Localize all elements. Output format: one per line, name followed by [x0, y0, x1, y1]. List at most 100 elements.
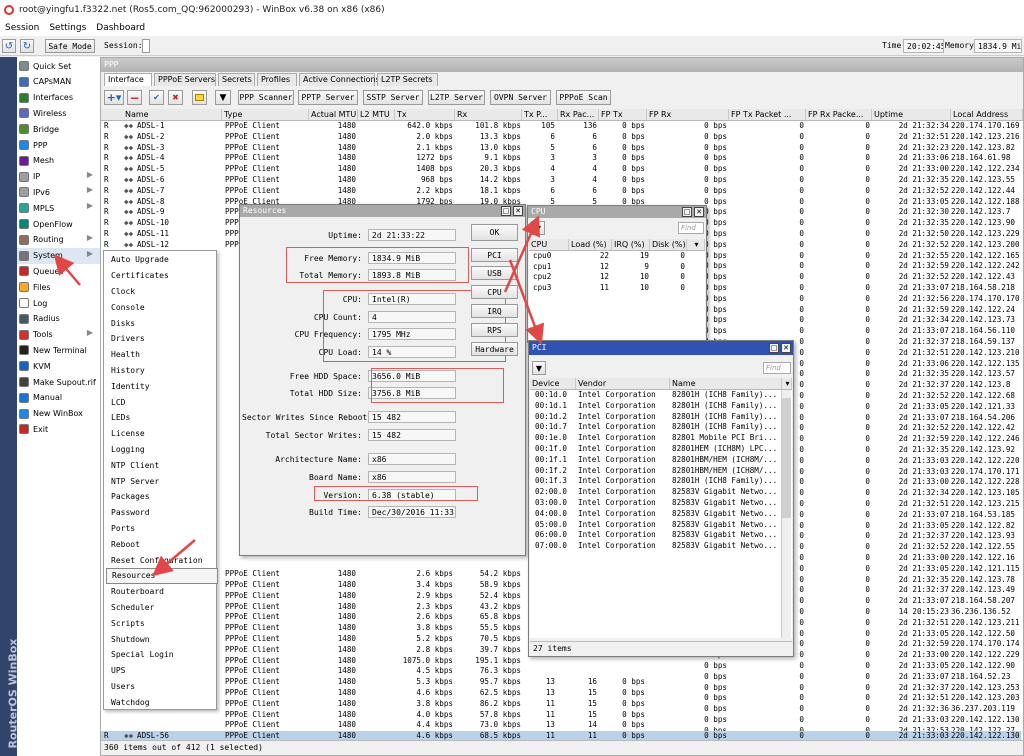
column-header-fp-tx[interactable]: FP Tx	[599, 109, 647, 120]
l2tp-server-button[interactable]: L2TP Server	[428, 90, 485, 105]
ppp-scanner-button[interactable]: PPP Scanner	[238, 90, 294, 105]
pci-row[interactable]: 06:00.0 Intel Corporation 82583V Gigabit N…	[530, 530, 780, 541]
sidebar-item-interfaces[interactable]: Interfaces	[17, 90, 101, 106]
remove-button[interactable]: −	[127, 90, 142, 105]
submenu-item-ntp-server[interactable]: NTP Server	[106, 473, 218, 489]
submenu-item-identity[interactable]: Identity	[106, 378, 218, 394]
pci-filter-button[interactable]: ▼	[532, 361, 546, 375]
pci-row[interactable]: 00:1f.1 Intel Corporation 82801HBM/HEM (IC…	[530, 455, 780, 466]
cpu-column-irq-[interactable]: IRQ (%)	[612, 239, 650, 250]
submenu-item-special-login[interactable]: Special Login	[106, 647, 218, 663]
sidebar-item-manual[interactable]: Manual	[17, 390, 101, 406]
pci-row[interactable]: 02:00.0 Intel Corporation 82583V Gigabit N…	[530, 487, 780, 498]
resources-usb-button[interactable]: USB	[471, 266, 518, 280]
pci-row[interactable]: 00:1d.1 Intel Corporation 82801H (ICH8 Fam…	[530, 401, 780, 412]
sidebar-item-mesh[interactable]: Mesh	[17, 153, 101, 169]
resources-maximize-button[interactable]: □	[501, 206, 511, 216]
sidebar-item-log[interactable]: Log	[17, 295, 101, 311]
pci-row[interactable]: 00:1f.2 Intel Corporation 82801HBM/HEM (IC…	[530, 466, 780, 477]
resources-hardware-button[interactable]: Hardware	[471, 342, 518, 356]
column-header-rx-pac-[interactable]: Rx Pac...	[558, 109, 599, 120]
disable-button[interactable]: ✖	[168, 90, 183, 105]
cpu-find-field[interactable]: Find	[678, 222, 704, 234]
column-header-fp-rx[interactable]: FP Rx	[647, 109, 729, 120]
pppoe-scan-button[interactable]: PPPoE Scan	[556, 90, 611, 105]
submenu-item-reboot[interactable]: Reboot	[106, 536, 218, 552]
sidebar-item-tools[interactable]: Tools ▶	[17, 327, 101, 343]
column-header-name[interactable]: Name	[123, 109, 222, 120]
submenu-item-auto-upgrade[interactable]: Auto Upgrade	[106, 252, 218, 268]
submenu-item-certificates[interactable]: Certificates	[106, 268, 218, 284]
submenu-item-ports[interactable]: Ports	[106, 521, 218, 537]
pci-row[interactable]: 03:00.0 Intel Corporation 82583V Gigabit N…	[530, 498, 780, 509]
cpu-row[interactable]: cpu0 22 19 0	[529, 251, 705, 262]
submenu-item-reset-configuration[interactable]: Reset Configuration	[106, 552, 218, 568]
column-header-actual-mtu[interactable]: Actual MTU	[309, 109, 358, 120]
column-header-type[interactable]: Type	[222, 109, 309, 120]
cpu-column-cpu[interactable]: CPU	[529, 239, 569, 250]
submenu-item-ups[interactable]: UPS	[106, 663, 218, 679]
pci-column-device[interactable]: Device	[530, 378, 576, 389]
submenu-item-lcd[interactable]: LCD	[106, 394, 218, 410]
sidebar-item-queues[interactable]: Queues	[17, 263, 101, 279]
submenu-item-leds[interactable]: LEDs	[106, 410, 218, 426]
cpu-row[interactable]: cpu1 12 9 0	[529, 262, 705, 273]
table-row[interactable]: R ◆◆ ADSL-5 PPPoE Client 1480 1408 bps 20.3 kb…	[101, 164, 1023, 175]
resources-pci-button[interactable]: PCI	[471, 248, 518, 262]
session-field[interactable]	[142, 39, 150, 53]
tab-profiles[interactable]: Profiles	[257, 73, 297, 86]
submenu-item-history[interactable]: History	[106, 363, 218, 379]
pci-row[interactable]: 00:1d.7 Intel Corporation 82801H (ICH8 Fam…	[530, 422, 780, 433]
submenu-item-resources[interactable]: Resources	[106, 568, 218, 584]
pci-column-menu-icon[interactable]: ▾	[782, 378, 792, 389]
column-header-local-address[interactable]: Local Address	[951, 109, 1023, 120]
column-header-tx[interactable]: Tx	[395, 109, 455, 120]
submenu-item-ntp-client[interactable]: NTP Client	[106, 457, 218, 473]
sidebar-item-capsman[interactable]: CAPsMAN	[17, 74, 101, 90]
tab-l2tp-secrets[interactable]: L2TP Secrets	[377, 73, 438, 86]
sidebar-item-kvm[interactable]: KVM	[17, 358, 101, 374]
column-header-fp-tx-packet-[interactable]: FP Tx Packet ...	[729, 109, 806, 120]
sidebar-item-ppp[interactable]: PPP	[17, 137, 101, 153]
tab-interface[interactable]: Interface	[104, 73, 152, 86]
pptp-server-button[interactable]: PPTP Server	[298, 90, 358, 105]
table-row[interactable]: R ◆◆ ADSL-3 PPPoE Client 1480 2.1 kbps 13.0 kb…	[101, 143, 1023, 154]
cpu-row[interactable]: cpu2 12 10 0	[529, 272, 705, 283]
sidebar-item-ip[interactable]: IP ▶	[17, 169, 101, 185]
pci-row[interactable]: 00:1f.0 Intel Corporation 82801HEM (ICH8M)…	[530, 444, 780, 455]
table-row[interactable]: PPPoE Client 1480 4.0 kbps 57.8 kbps 11 15 0 b…	[101, 710, 645, 721]
submenu-item-logging[interactable]: Logging	[106, 442, 218, 458]
column-header-l2-mtu[interactable]: L2 MTU	[358, 109, 395, 120]
comment-button[interactable]	[192, 90, 207, 105]
sidebar-item-quick-set[interactable]: Quick Set	[17, 58, 101, 74]
undo-button[interactable]: ↺	[2, 39, 16, 53]
redo-button[interactable]: ↻	[20, 39, 34, 53]
sidebar-item-ipv6[interactable]: IPv6 ▶	[17, 184, 101, 200]
submenu-item-scheduler[interactable]: Scheduler	[106, 600, 218, 616]
sidebar-item-new-terminal[interactable]: New Terminal	[17, 342, 101, 358]
column-header-tx-p-[interactable]: Tx P...	[522, 109, 558, 120]
table-row[interactable]: R ◆◆ ADSL-6 PPPoE Client 1480 968 bps 14.2 kbp…	[101, 175, 1023, 186]
add-button[interactable]: +▾	[104, 90, 124, 105]
table-row[interactable]: R ◆◆ ADSL-1 PPPoE Client 1480 642.0 kbps 101.8…	[101, 121, 1023, 132]
submenu-item-watchdog[interactable]: Watchdog	[106, 694, 218, 710]
pci-column-name[interactable]: Name	[670, 378, 782, 389]
resources-close-button[interactable]: ✕	[513, 206, 523, 216]
submenu-item-disks[interactable]: Disks	[106, 315, 218, 331]
cpu-filter-button[interactable]: ▼	[531, 221, 545, 235]
table-row[interactable]: R ◆◆ ADSL-7 PPPoE Client 1480 2.2 kbps 18.1 kb…	[101, 186, 1023, 197]
tab-pppoe-servers[interactable]: PPPoE Servers	[154, 73, 216, 86]
submenu-item-packages[interactable]: Packages	[106, 489, 218, 505]
table-row[interactable]: R ◆◆ ADSL-2 PPPoE Client 1480 2.0 kbps 13.3 kb…	[101, 132, 1023, 143]
submenu-item-routerboard[interactable]: Routerboard	[106, 584, 218, 600]
pci-row[interactable]: 04:00.0 Intel Corporation 82583V Gigabit N…	[530, 509, 780, 520]
resources-cpu-button[interactable]: CPU	[471, 285, 518, 299]
submenu-item-clock[interactable]: Clock	[106, 284, 218, 300]
pci-row[interactable]: 05:00.0 Intel Corporation 82583V Gigabit N…	[530, 520, 780, 531]
sidebar-item-radius[interactable]: Radius	[17, 311, 101, 327]
cpu-maximize-button[interactable]: □	[682, 207, 692, 217]
pci-row[interactable]: 00:1f.3 Intel Corporation 82801H (ICH8 Fam…	[530, 476, 780, 487]
tab-active-connections[interactable]: Active Connections	[299, 73, 380, 86]
enable-button[interactable]: ✔	[149, 90, 164, 105]
cpu-column-menu-icon[interactable]: ▾	[687, 239, 705, 250]
